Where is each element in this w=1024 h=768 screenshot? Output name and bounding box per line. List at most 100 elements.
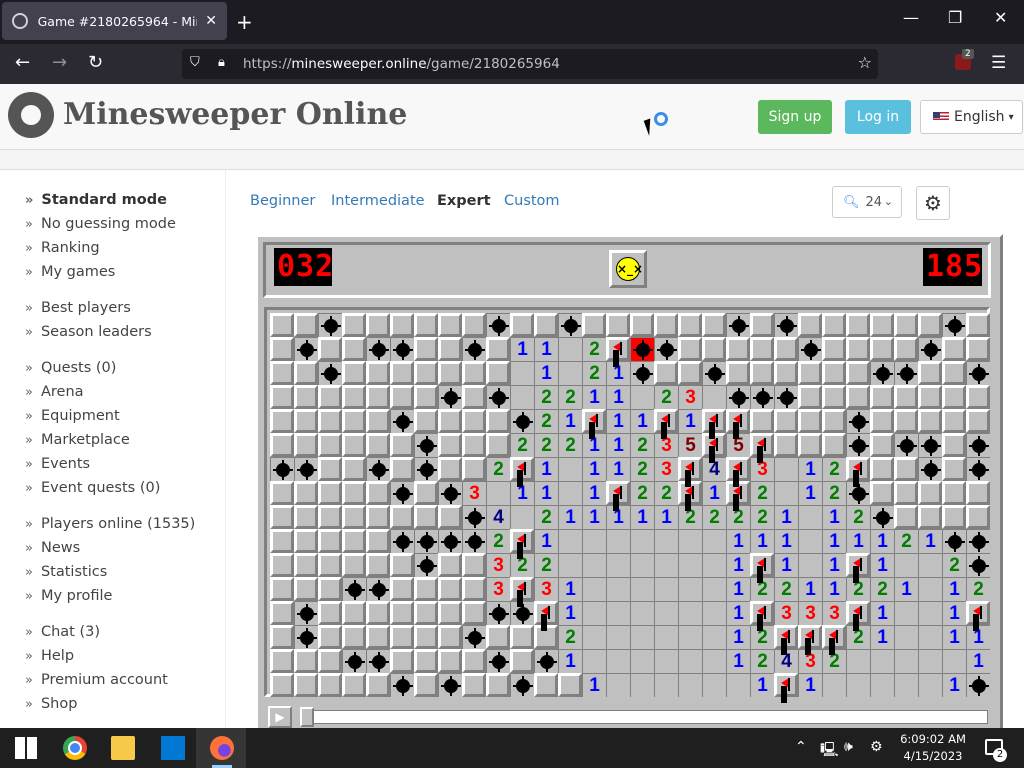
mine-cell[interactable]: [438, 673, 462, 697]
mine-cell[interactable]: [366, 337, 390, 361]
mine-cell[interactable]: [558, 313, 582, 337]
number-cell[interactable]: 2: [726, 505, 750, 529]
closed-cell[interactable]: [846, 313, 870, 337]
closed-cell[interactable]: [606, 313, 630, 337]
sidebar-item-statistics[interactable]: » Statistics: [25, 564, 107, 580]
settings-tray-icon[interactable]: ⚙: [870, 739, 883, 755]
closed-cell[interactable]: [414, 601, 438, 625]
empty-cell[interactable]: [606, 673, 630, 697]
close-window-icon[interactable]: ✕: [994, 8, 1007, 27]
number-cell[interactable]: 2: [966, 577, 990, 601]
sidebar-item-events[interactable]: » Events: [25, 456, 90, 472]
closed-cell[interactable]: [438, 313, 462, 337]
number-cell[interactable]: 5: [678, 433, 702, 457]
sidebar-item-best-players[interactable]: » Best players: [25, 300, 131, 316]
empty-cell[interactable]: [558, 337, 582, 361]
closed-cell[interactable]: [366, 529, 390, 553]
closed-cell[interactable]: [270, 625, 294, 649]
number-cell[interactable]: 3: [798, 601, 822, 625]
closed-cell[interactable]: [390, 649, 414, 673]
mine-cell[interactable]: [414, 529, 438, 553]
empty-cell[interactable]: [678, 553, 702, 577]
empty-cell[interactable]: [894, 649, 918, 673]
empty-cell[interactable]: [702, 385, 726, 409]
number-cell[interactable]: 3: [534, 577, 558, 601]
closed-cell[interactable]: [294, 553, 318, 577]
closed-cell[interactable]: [846, 361, 870, 385]
empty-cell[interactable]: [582, 601, 606, 625]
closed-cell[interactable]: [438, 601, 462, 625]
mine-cell[interactable]: [414, 553, 438, 577]
sidebar-item-players-online-1535[interactable]: » Players online (1535): [25, 516, 195, 532]
number-cell[interactable]: 2: [510, 433, 534, 457]
mine-cell[interactable]: [342, 577, 366, 601]
closed-cell[interactable]: [318, 649, 342, 673]
closed-cell[interactable]: [318, 625, 342, 649]
closed-cell[interactable]: [774, 361, 798, 385]
closed-cell[interactable]: [486, 433, 510, 457]
closed-cell[interactable]: [366, 673, 390, 697]
empty-cell[interactable]: [870, 673, 894, 697]
closed-cell[interactable]: [270, 313, 294, 337]
replay-play-button[interactable]: ▶: [268, 706, 292, 728]
flagged-cell[interactable]: [750, 553, 774, 577]
number-cell[interactable]: 2: [702, 505, 726, 529]
mine-cell[interactable]: [462, 529, 486, 553]
closed-cell[interactable]: [894, 313, 918, 337]
sidebar-item-no-guessing-mode[interactable]: » No guessing mode: [25, 216, 176, 232]
closed-cell[interactable]: [654, 361, 678, 385]
number-cell[interactable]: 1: [870, 625, 894, 649]
firefox-icon[interactable]: [210, 736, 234, 760]
empty-cell[interactable]: [798, 505, 822, 529]
empty-cell[interactable]: [918, 649, 942, 673]
sidebar-item-ranking[interactable]: » Ranking: [25, 240, 100, 256]
number-cell[interactable]: 1: [606, 361, 630, 385]
empty-cell[interactable]: [510, 361, 534, 385]
closed-cell[interactable]: [774, 337, 798, 361]
closed-cell[interactable]: [342, 529, 366, 553]
closed-cell[interactable]: [366, 361, 390, 385]
number-cell[interactable]: 1: [630, 409, 654, 433]
number-cell[interactable]: 2: [582, 337, 606, 361]
mine-cell[interactable]: [870, 505, 894, 529]
number-cell[interactable]: 1: [582, 673, 606, 697]
closed-cell[interactable]: [438, 409, 462, 433]
number-cell[interactable]: 2: [750, 577, 774, 601]
number-cell[interactable]: 2: [750, 625, 774, 649]
closed-cell[interactable]: [966, 481, 990, 505]
mine-cell[interactable]: [894, 433, 918, 457]
mine-cell[interactable]: [462, 505, 486, 529]
closed-cell[interactable]: [342, 481, 366, 505]
mine-cell[interactable]: [294, 457, 318, 481]
number-cell[interactable]: 2: [558, 625, 582, 649]
closed-cell[interactable]: [870, 481, 894, 505]
number-cell[interactable]: 1: [558, 409, 582, 433]
closed-cell[interactable]: [414, 577, 438, 601]
mine-cell[interactable]: [390, 337, 414, 361]
empty-cell[interactable]: [894, 553, 918, 577]
flagged-cell[interactable]: [582, 409, 606, 433]
empty-cell[interactable]: [558, 553, 582, 577]
closed-cell[interactable]: [870, 385, 894, 409]
empty-cell[interactable]: [678, 673, 702, 697]
closed-cell[interactable]: [318, 577, 342, 601]
empty-cell[interactable]: [630, 385, 654, 409]
closed-cell[interactable]: [894, 385, 918, 409]
closed-cell[interactable]: [798, 361, 822, 385]
number-cell[interactable]: 2: [750, 505, 774, 529]
number-cell[interactable]: 1: [558, 601, 582, 625]
closed-cell[interactable]: [414, 481, 438, 505]
closed-cell[interactable]: [918, 481, 942, 505]
flagged-cell[interactable]: [846, 553, 870, 577]
empty-cell[interactable]: [630, 529, 654, 553]
closed-cell[interactable]: [894, 337, 918, 361]
number-cell[interactable]: 3: [822, 601, 846, 625]
minimize-icon[interactable]: —: [903, 8, 919, 27]
closed-cell[interactable]: [918, 409, 942, 433]
tab-custom[interactable]: Custom: [504, 193, 560, 209]
closed-cell[interactable]: [822, 361, 846, 385]
empty-cell[interactable]: [582, 625, 606, 649]
closed-cell[interactable]: [342, 337, 366, 361]
closed-cell[interactable]: [270, 481, 294, 505]
site-logo-text[interactable]: Minesweeper Online: [63, 97, 407, 132]
